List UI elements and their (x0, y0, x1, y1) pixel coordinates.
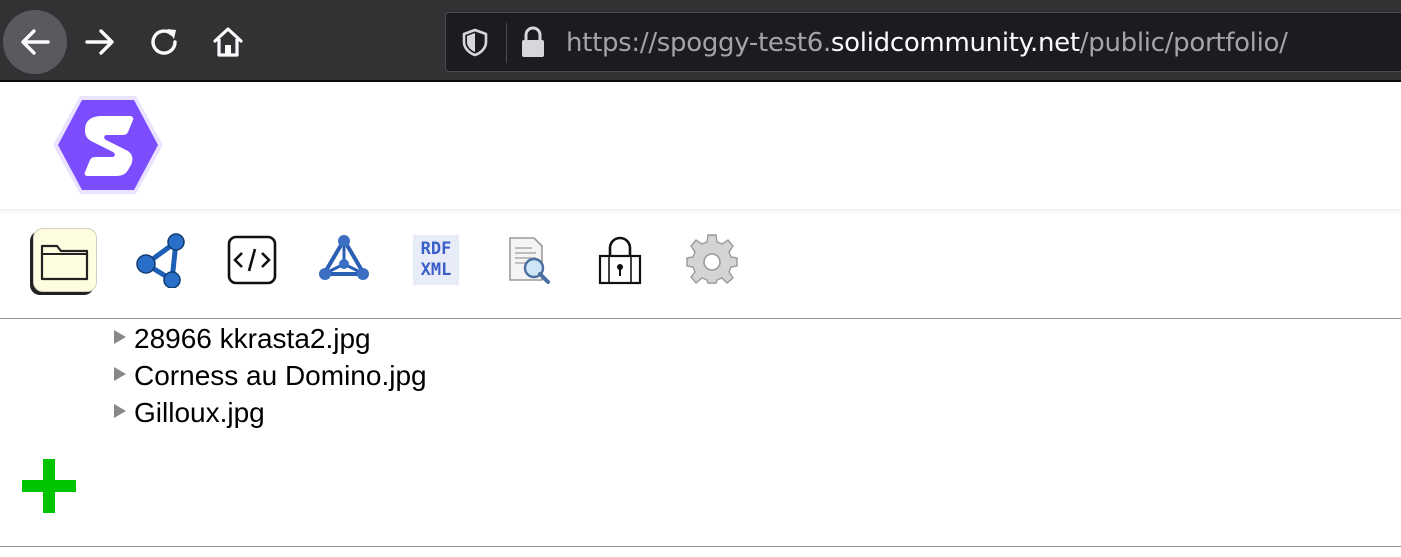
lock-icon[interactable] (518, 25, 548, 59)
plus-icon (22, 459, 76, 513)
tab-source[interactable] (220, 228, 284, 292)
file-name[interactable]: 28966 kkrasta2.jpg (134, 323, 371, 355)
expand-triangle-icon[interactable] (114, 329, 126, 344)
list-item[interactable]: Corness au Domino.jpg (114, 357, 427, 394)
file-name[interactable]: Corness au Domino.jpg (134, 360, 427, 392)
tab-rdf-xml[interactable]: RDF XML (404, 228, 468, 292)
tab-sharing-lock[interactable] (588, 228, 652, 292)
page-header (0, 82, 1401, 210)
content-divider-bottom (0, 546, 1401, 547)
share-graph-icon (136, 233, 185, 288)
tab-share-graph[interactable] (128, 228, 192, 292)
url-separator (506, 23, 507, 63)
tab-folder[interactable] (33, 228, 97, 292)
back-arrow-icon (21, 29, 50, 55)
xml-label: XML (420, 260, 452, 280)
url-bar[interactable]: https://spoggy-test6.solidcommunity.net/… (445, 12, 1401, 72)
pane-toolbar: RDF XML (0, 214, 1401, 318)
home-icon (213, 27, 243, 57)
code-source-icon (227, 235, 277, 285)
shield-icon[interactable] (460, 27, 490, 57)
url-scheme: https://spoggy-test6. (566, 28, 831, 58)
url-text[interactable]: https://spoggy-test6.solidcommunity.net/… (566, 25, 1288, 61)
reload-icon (151, 29, 177, 55)
gear-icon (686, 234, 738, 284)
tab-document-search[interactable] (496, 228, 560, 292)
home-button[interactable] (196, 10, 260, 74)
expand-triangle-icon[interactable] (114, 366, 126, 381)
rdf-label: RDF (420, 239, 452, 259)
url-path: /public/portfolio/ (1079, 28, 1288, 58)
content-divider-top (0, 318, 1401, 319)
reload-button[interactable] (132, 10, 196, 74)
tab-settings[interactable] (680, 228, 744, 292)
solid-logo-icon[interactable] (50, 92, 166, 198)
rdf-xml-icon: RDF XML (413, 235, 459, 285)
document-search-icon (509, 237, 550, 284)
url-host: solidcommunity.net (830, 28, 1080, 58)
file-list: 28966 kkrasta2.jpg Corness au Domino.jpg… (114, 320, 427, 431)
triangle-graph-icon (319, 235, 369, 280)
list-item[interactable]: 28966 kkrasta2.jpg (114, 320, 427, 357)
folder-icon (40, 244, 89, 281)
forward-arrow-icon (85, 29, 114, 55)
file-name[interactable]: Gilloux.jpg (134, 397, 265, 429)
browser-toolbar: https://spoggy-test6.solidcommunity.net/… (0, 0, 1401, 82)
add-button[interactable] (20, 457, 78, 515)
list-item[interactable]: Gilloux.jpg (114, 394, 427, 431)
expand-triangle-icon[interactable] (114, 403, 126, 418)
forward-button[interactable] (68, 10, 132, 74)
padlock-icon (598, 236, 642, 285)
tab-triangle-graph[interactable] (312, 228, 376, 292)
back-button[interactable] (3, 10, 67, 74)
